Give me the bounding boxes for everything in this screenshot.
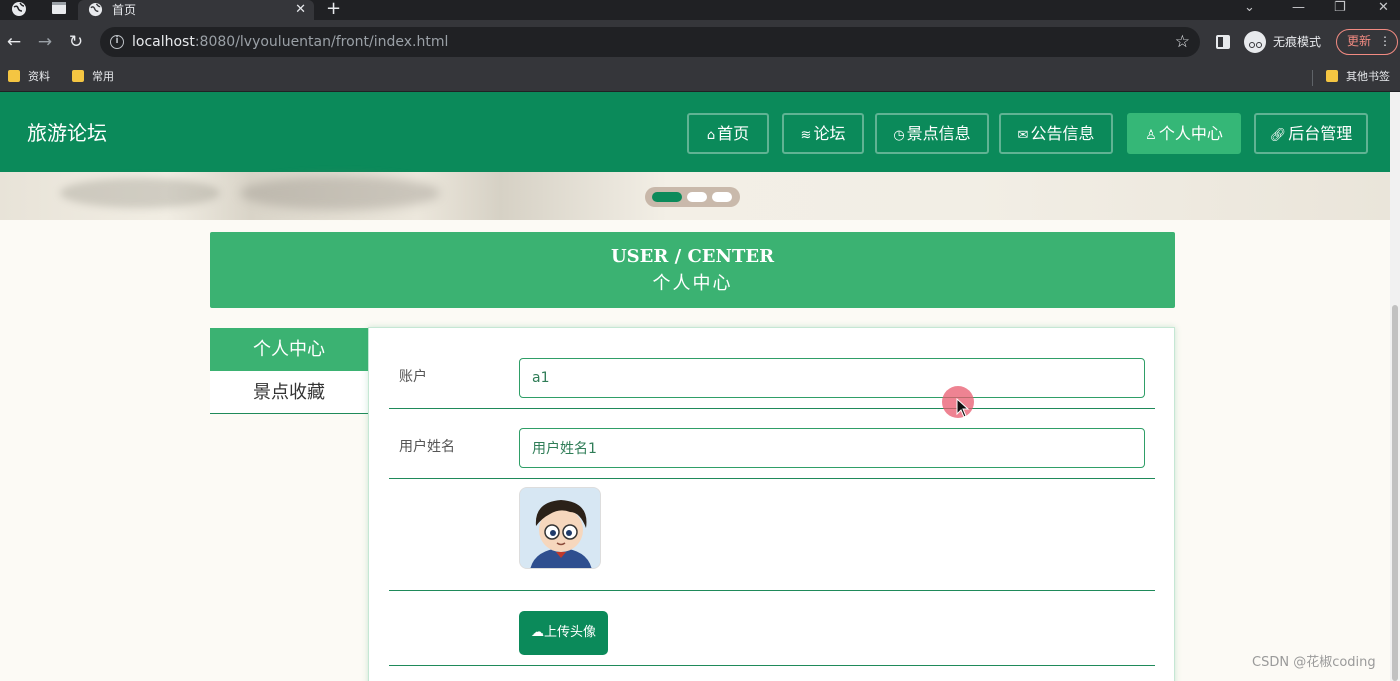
side-panel-icon[interactable] — [1216, 35, 1230, 49]
tab-search-icon[interactable] — [50, 1, 68, 19]
bookmarks-separator — [1312, 70, 1313, 86]
bookmark-folder-ziliao[interactable]: 资料 — [8, 70, 50, 84]
csdn-watermark: CSDN @花椒coding — [1252, 655, 1376, 670]
globe-icon[interactable] — [10, 1, 28, 19]
cloud-upload-icon: ☁︎ — [530, 625, 544, 640]
nav-user-center[interactable]: ♙ 个人中心 — [1127, 113, 1241, 154]
name-label: 用户姓名 — [399, 439, 455, 455]
more-menu-icon[interactable]: ⋮ — [1379, 30, 1391, 53]
name-input[interactable] — [519, 428, 1145, 468]
form-row-account: 账户 — [389, 328, 1155, 409]
bookmark-star-icon[interactable]: ☆ — [1175, 32, 1190, 52]
browser-tab-home[interactable]: 首页 ✕ — [78, 0, 314, 20]
restore-icon[interactable]: ❐ — [1334, 0, 1346, 16]
avatar-image — [519, 487, 601, 569]
bookmark-folder-changyong[interactable]: 常用 — [72, 70, 114, 84]
tab-list-chevron-icon[interactable]: ⌄ — [1244, 0, 1255, 16]
user-icon: ♙ — [1145, 128, 1157, 143]
mouse-pointer-icon — [956, 398, 970, 418]
forward-icon[interactable]: → — [34, 31, 56, 53]
ink-decoration — [60, 178, 220, 208]
back-icon[interactable]: ← — [3, 31, 25, 53]
form-row-avatar — [389, 479, 1155, 591]
upload-avatar-button[interactable]: ☁︎上传头像 — [519, 611, 608, 655]
carousel-indicators — [645, 187, 740, 207]
folder-icon — [72, 70, 84, 82]
url-text[interactable]: localhost:8080/lvyouluentan/front/index.… — [132, 34, 448, 50]
link-icon: 🔗︎ — [1269, 128, 1287, 143]
side-menu-favorites[interactable]: 景点收藏 — [210, 371, 368, 414]
side-menu-user-center[interactable]: 个人中心 — [210, 328, 368, 371]
carousel-dot-1[interactable] — [652, 192, 682, 202]
bookmarks-bar: 资料 常用 其他书签 — [0, 64, 1400, 92]
nav-admin[interactable]: 🔗︎ 后台管理 — [1254, 113, 1368, 154]
layers-icon: ≋ — [800, 128, 812, 143]
profile-form: 账户 用户姓名 — [368, 327, 1175, 681]
browser-toolbar: ← → ↻ i localhost:8080/lvyouluentan/fron… — [0, 20, 1400, 64]
scrollbar-thumb[interactable] — [1392, 305, 1398, 681]
ink-decoration — [240, 176, 440, 210]
page-viewport: 旅游论坛 ⌂ 首页 ≋ 论坛 ◷ 景点信息 ✉ 公告信息 ♙ 个人中心 🔗︎ 后台管理 US… — [0, 92, 1400, 681]
nav-announcements[interactable]: ✉ 公告信息 — [999, 113, 1113, 154]
carousel-dot-2[interactable] — [687, 192, 707, 202]
nav-home[interactable]: ⌂ 首页 — [687, 113, 769, 154]
form-row-name: 用户姓名 — [389, 409, 1155, 479]
other-bookmarks-folder[interactable]: 其他书签 — [1326, 70, 1390, 84]
browser-tab-bar: 首页 ✕ + ⌄ — ❐ ✕ — [0, 0, 1400, 20]
site-title[interactable]: 旅游论坛 — [27, 119, 107, 147]
tab-globe-icon — [88, 2, 103, 17]
update-button[interactable]: 更新 ⋮ — [1336, 29, 1398, 55]
carousel-dot-3[interactable] — [712, 192, 732, 202]
account-input[interactable] — [519, 358, 1145, 398]
incognito-label[interactable]: 无痕模式 — [1273, 35, 1321, 49]
close-window-icon[interactable]: ✕ — [1378, 0, 1389, 16]
form-row-upload: ☁︎上传头像 — [389, 591, 1155, 666]
side-menu: 个人中心 景点收藏 — [210, 328, 368, 414]
heading-chinese: 个人中心 — [652, 273, 733, 294]
address-bar[interactable]: i localhost:8080/lvyouluentan/front/inde… — [100, 27, 1200, 57]
clock-icon: ◷ — [893, 128, 905, 143]
nav-forum[interactable]: ≋ 论坛 — [782, 113, 864, 154]
folder-icon — [1326, 70, 1338, 82]
reload-icon[interactable]: ↻ — [65, 31, 87, 53]
account-label: 账户 — [399, 369, 427, 385]
folder-icon — [8, 70, 20, 82]
close-tab-icon[interactable]: ✕ — [295, 1, 306, 18]
mail-icon: ✉ — [1017, 128, 1029, 143]
minimize-icon[interactable]: — — [1292, 0, 1305, 16]
user-center-heading: USER / CENTER 个人中心 — [210, 232, 1175, 308]
new-tab-icon[interactable]: + — [326, 0, 341, 18]
nav-attractions[interactable]: ◷ 景点信息 — [875, 113, 989, 154]
carousel-banner — [0, 172, 1390, 220]
tab-title: 首页 — [112, 3, 137, 17]
home-icon: ⌂ — [706, 128, 716, 143]
site-header: 旅游论坛 ⌂ 首页 ≋ 论坛 ◷ 景点信息 ✉ 公告信息 ♙ 个人中心 🔗︎ 后台管理 — [0, 92, 1390, 172]
heading-english: USER / CENTER — [610, 246, 775, 267]
site-info-icon[interactable]: i — [110, 35, 124, 49]
incognito-icon[interactable] — [1244, 31, 1266, 53]
